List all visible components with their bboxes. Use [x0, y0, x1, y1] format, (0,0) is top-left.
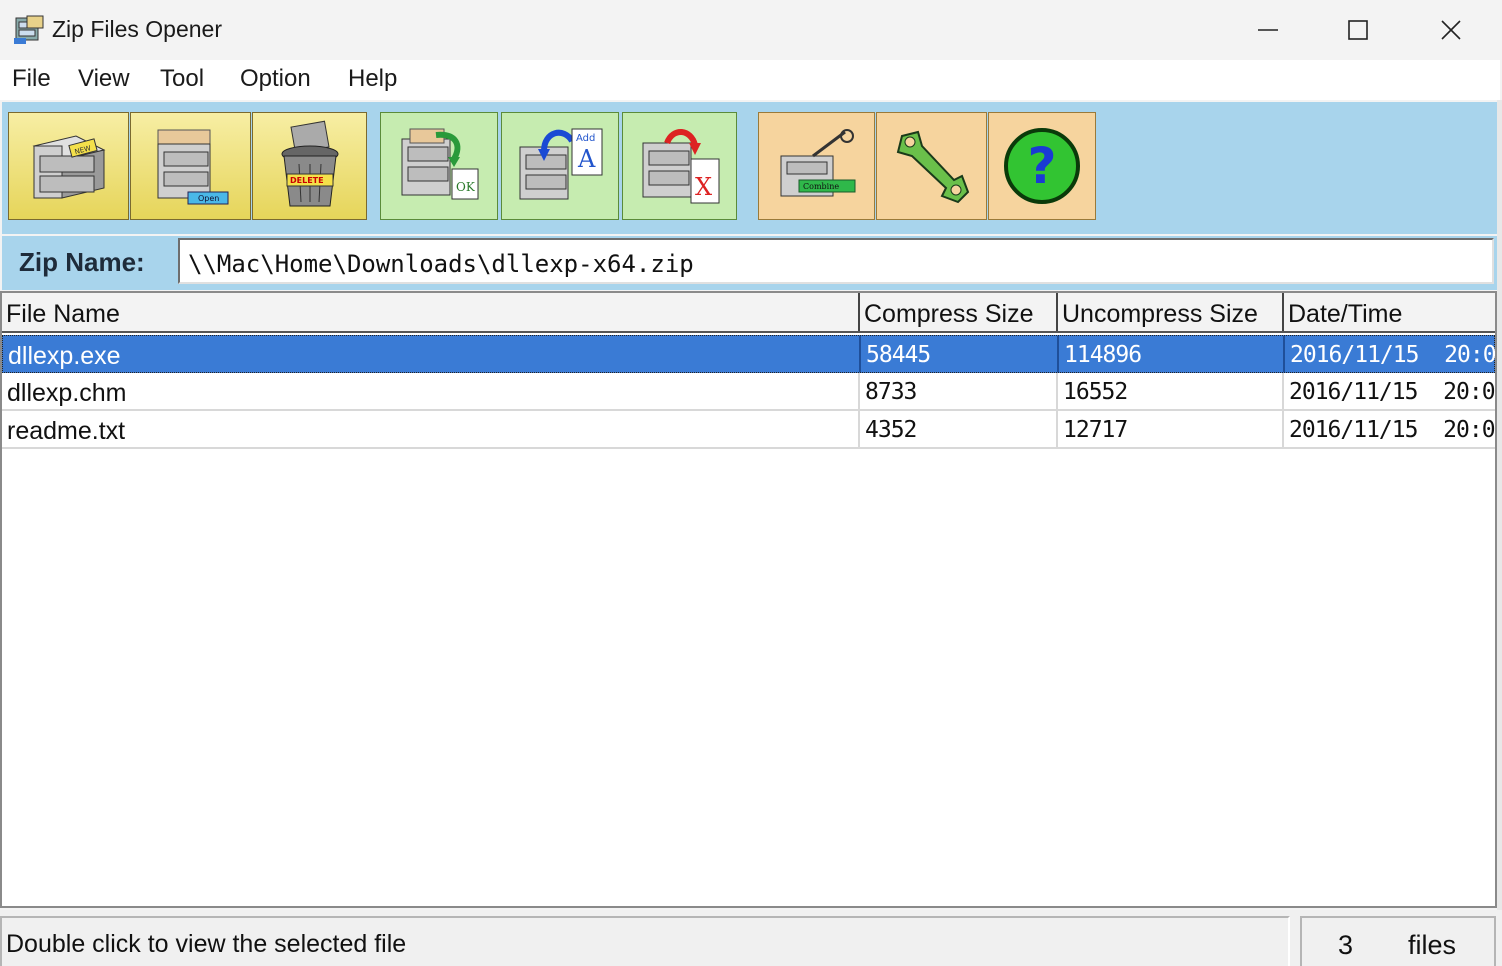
column-file-name[interactable]: File Name — [2, 293, 860, 331]
menu-help[interactable]: Help — [348, 65, 397, 93]
add-file-button[interactable]: Add A — [501, 112, 619, 220]
close-icon — [1441, 20, 1461, 40]
column-date-time[interactable]: Date/Time — [1284, 293, 1495, 331]
combine-button[interactable]: Combine — [758, 112, 875, 220]
remove-caption: X — [695, 173, 712, 201]
extract-button[interactable]: OK — [380, 112, 498, 220]
open-zip-button[interactable]: Open — [130, 112, 251, 220]
cell-date-time: 2016/11/15 20:00 — [1289, 417, 1495, 443]
cell-date-time: 2016/11/15 20:00 — [1289, 379, 1495, 405]
cell-compress-size: 58445 — [861, 336, 1059, 372]
window-edge — [1497, 100, 1502, 910]
toolbar: NEW Open DELETE OK Add A X Combine ? — [2, 102, 1497, 234]
cell-file-name: readme.txt — [2, 411, 860, 447]
minimize-icon — [1258, 29, 1278, 31]
tools-button[interactable] — [876, 112, 987, 220]
cabinet-new-icon: NEW — [32, 135, 105, 199]
file-count-value: 3 — [1338, 930, 1354, 960]
cell-date-time: 2016/11/15 20:00 — [1290, 342, 1496, 368]
open-caption: Open — [198, 194, 219, 203]
help-icon: ? — [1004, 128, 1080, 204]
combine-caption: Combine — [803, 182, 839, 191]
cell-compress-size: 4352 — [860, 411, 1058, 447]
menu-bar: File View Tool Option Help — [0, 60, 1500, 100]
list-header: File Name Compress Size Uncompress Size … — [2, 293, 1495, 333]
remove-file-button[interactable]: X — [622, 112, 737, 220]
menu-option[interactable]: Option — [240, 65, 311, 93]
cabinet-open-icon: Open — [157, 129, 228, 205]
menu-file[interactable]: File — [12, 65, 51, 93]
table-row[interactable]: dllexp.exe 58445 114896 2016/11/15 20:00 — [2, 335, 1495, 373]
add-caption: Add — [576, 133, 595, 144]
cell-uncompress-size: 12717 — [1058, 411, 1284, 447]
help-button[interactable]: ? — [988, 112, 1096, 220]
delete-zip-button[interactable]: DELETE — [252, 112, 367, 220]
zip-name-bar: Zip Name: \\Mac\Home\Downloads\dllexp-x6… — [2, 236, 1497, 290]
svg-text:?: ? — [1027, 137, 1056, 195]
new-zip-button[interactable]: NEW — [8, 112, 129, 220]
status-bar: Double click to view the selected file 3… — [0, 910, 1502, 966]
extract-ok-icon: OK — [401, 128, 479, 200]
maximize-button[interactable] — [1312, 0, 1404, 60]
maximize-icon — [1348, 20, 1368, 40]
status-hint: Double click to view the selected file — [0, 916, 1290, 966]
combine-icon: Combine — [780, 129, 855, 197]
cell-uncompress-size: 16552 — [1058, 373, 1284, 409]
remove-file-icon: X — [642, 129, 719, 204]
file-count-label: files — [1408, 930, 1457, 960]
window-title: Zip Files Opener — [52, 16, 223, 42]
cell-file-name: dllexp.chm — [2, 373, 860, 409]
delete-caption: DELETE — [290, 176, 324, 185]
table-row[interactable]: readme.txt 4352 12717 2016/11/15 20:00 — [2, 411, 1495, 449]
zip-name-label: Zip Name: — [19, 247, 145, 277]
column-compress-size[interactable]: Compress Size — [860, 293, 1058, 331]
app-icon — [14, 15, 44, 44]
file-list[interactable]: File Name Compress Size Uncompress Size … — [0, 291, 1497, 908]
cell-compress-size: 8733 — [860, 373, 1058, 409]
cell-file-name: dllexp.exe — [3, 336, 861, 372]
menu-tool[interactable]: Tool — [160, 65, 204, 93]
add-file-icon: Add A — [519, 128, 603, 200]
trash-delete-icon: DELETE — [281, 120, 338, 207]
cell-uncompress-size: 114896 — [1059, 336, 1285, 372]
menu-view[interactable]: View — [78, 65, 130, 93]
zip-path-field[interactable]: \\Mac\Home\Downloads\dllexp-x64.zip — [178, 238, 1494, 284]
file-count: 3 files — [1300, 916, 1496, 966]
title-bar: Zip Files Opener — [0, 0, 1502, 60]
column-uncompress-size[interactable]: Uncompress Size — [1058, 293, 1284, 331]
minimize-button[interactable] — [1222, 0, 1314, 60]
table-row[interactable]: dllexp.chm 8733 16552 2016/11/15 20:00 — [2, 373, 1495, 411]
wrench-icon — [896, 130, 969, 204]
close-button[interactable] — [1405, 0, 1497, 60]
svg-text:A: A — [577, 145, 596, 173]
extract-caption: OK — [456, 180, 476, 194]
